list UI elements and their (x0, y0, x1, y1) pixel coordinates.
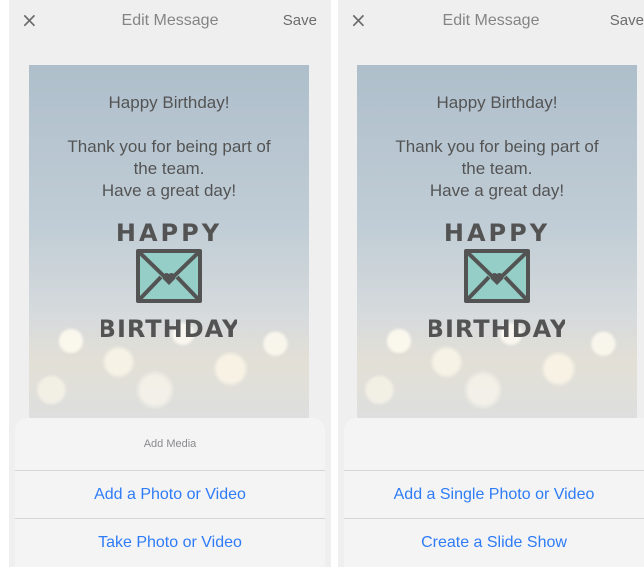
action-sheet: Add Media Add a Photo or Video Take Phot… (15, 418, 325, 567)
add-single-photo-or-video-option[interactable]: Add a Single Photo or Video (344, 470, 644, 518)
create-slide-show-option[interactable]: Create a Slide Show (344, 518, 644, 566)
action-sheet-title (344, 418, 644, 470)
take-photo-or-video-option[interactable]: Take Photo or Video (15, 518, 325, 566)
action-sheet: Add a Single Photo or Video Create a Sli… (344, 418, 644, 567)
phone-screen-right: × Edit Message Save Happy Birthday! Than… (338, 0, 644, 567)
add-photo-or-video-option[interactable]: Add a Photo or Video (15, 470, 325, 518)
phone-screen-left: × Edit Message Save Happy Birthday! Than… (9, 0, 331, 567)
action-sheet-title: Add Media (143, 438, 197, 450)
